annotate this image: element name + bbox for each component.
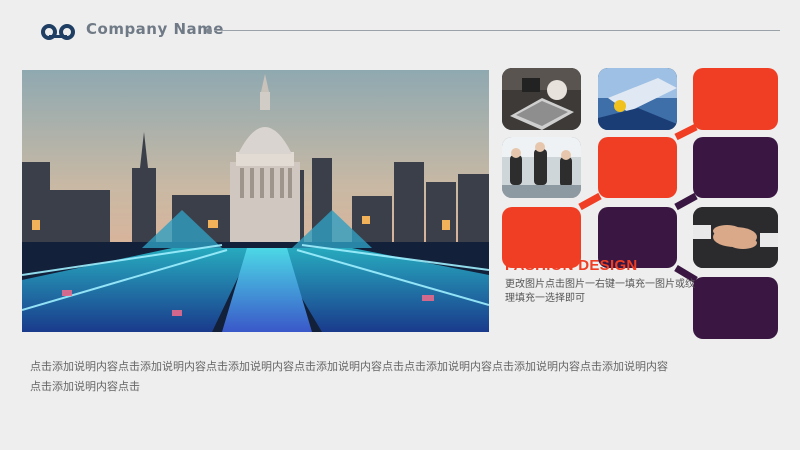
caption-text: 点击添加说明内容点击添加说明内容点击添加说明内容点击添加说明内容点击点击添加说明… bbox=[30, 360, 668, 393]
feature-title: FASHION DESIGN bbox=[505, 257, 638, 274]
feature-description: 更改图片点击图片一右键一填充一图片或纹理填充一选择即可 bbox=[505, 279, 695, 304]
